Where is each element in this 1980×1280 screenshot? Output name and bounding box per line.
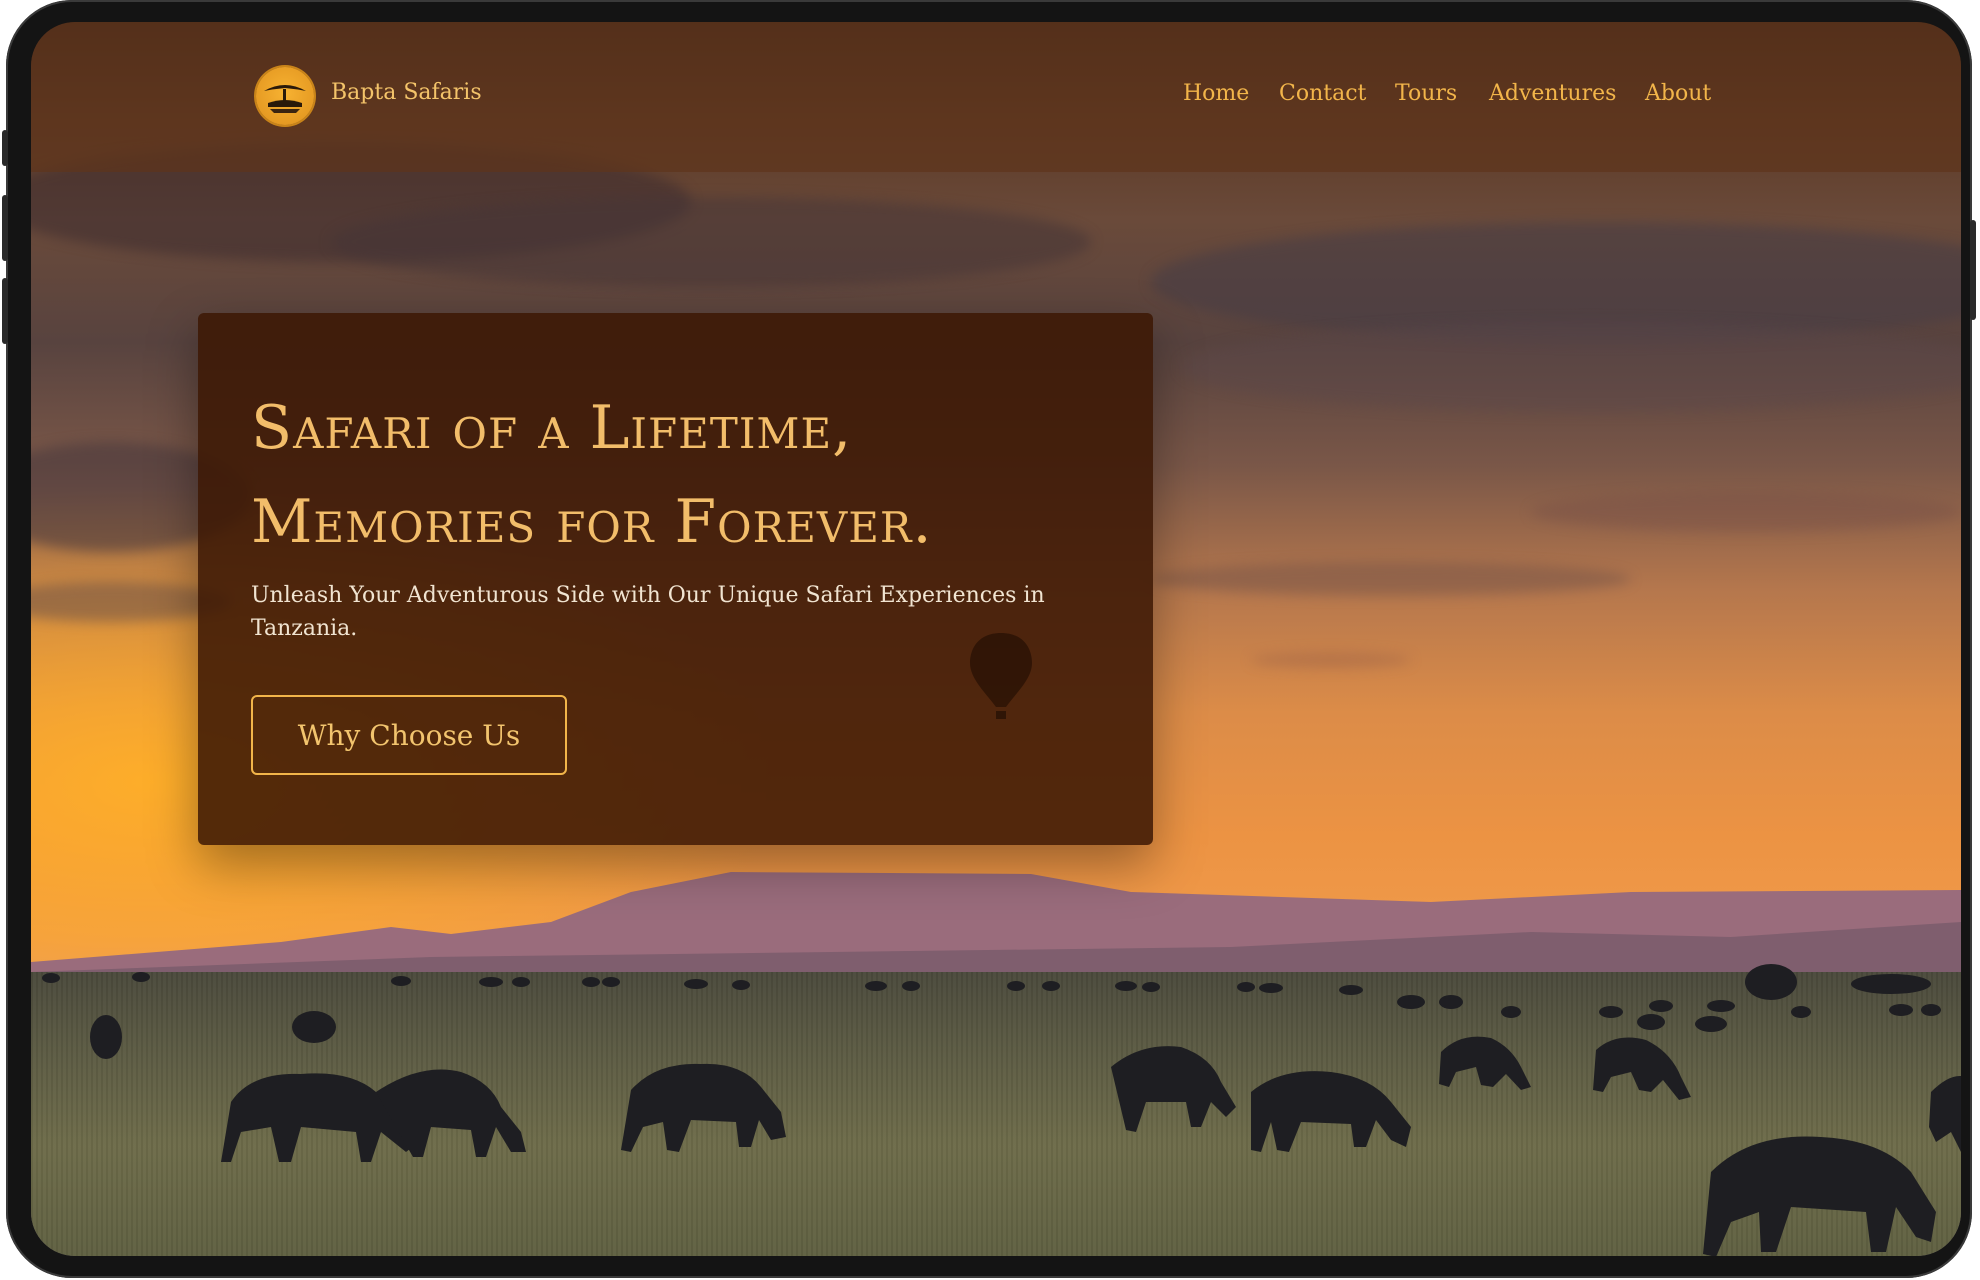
hero-subtitle: Unleash Your Adventurous Side with Our U… xyxy=(251,583,1045,641)
why-choose-us-button[interactable]: Why Choose Us xyxy=(251,695,567,775)
site-header: Bapta Safaris Home Contact Tours Adventu… xyxy=(31,22,1961,172)
mute-switch xyxy=(2,130,8,166)
wildebeest-herd xyxy=(42,964,1961,1256)
nav-about[interactable]: About xyxy=(1645,81,1711,106)
hero-title-line-1: Safari of a Lifetime, xyxy=(251,393,853,463)
nav-home[interactable]: Home xyxy=(1183,81,1249,106)
screen: Bapta Safaris Home Contact Tours Adventu… xyxy=(31,22,1961,1256)
main-nav: Home Contact Tours Adventures About xyxy=(31,81,1961,111)
power-button xyxy=(1970,220,1976,320)
volume-down-button xyxy=(2,278,8,344)
tablet-frame: Bapta Safaris Home Contact Tours Adventu… xyxy=(2,0,1976,1278)
nav-adventures[interactable]: Adventures xyxy=(1489,81,1616,106)
hero-title: Safari of a Lifetime, Memories for Forev… xyxy=(251,381,1111,569)
hero-card: Safari of a Lifetime, Memories for Forev… xyxy=(198,313,1153,845)
nav-tours[interactable]: Tours xyxy=(1395,81,1457,106)
hot-air-balloon-icon xyxy=(970,633,1032,719)
volume-up-button xyxy=(2,195,8,261)
nav-contact[interactable]: Contact xyxy=(1279,81,1366,106)
hero-title-line-2: Memories for Forever. xyxy=(251,487,933,557)
